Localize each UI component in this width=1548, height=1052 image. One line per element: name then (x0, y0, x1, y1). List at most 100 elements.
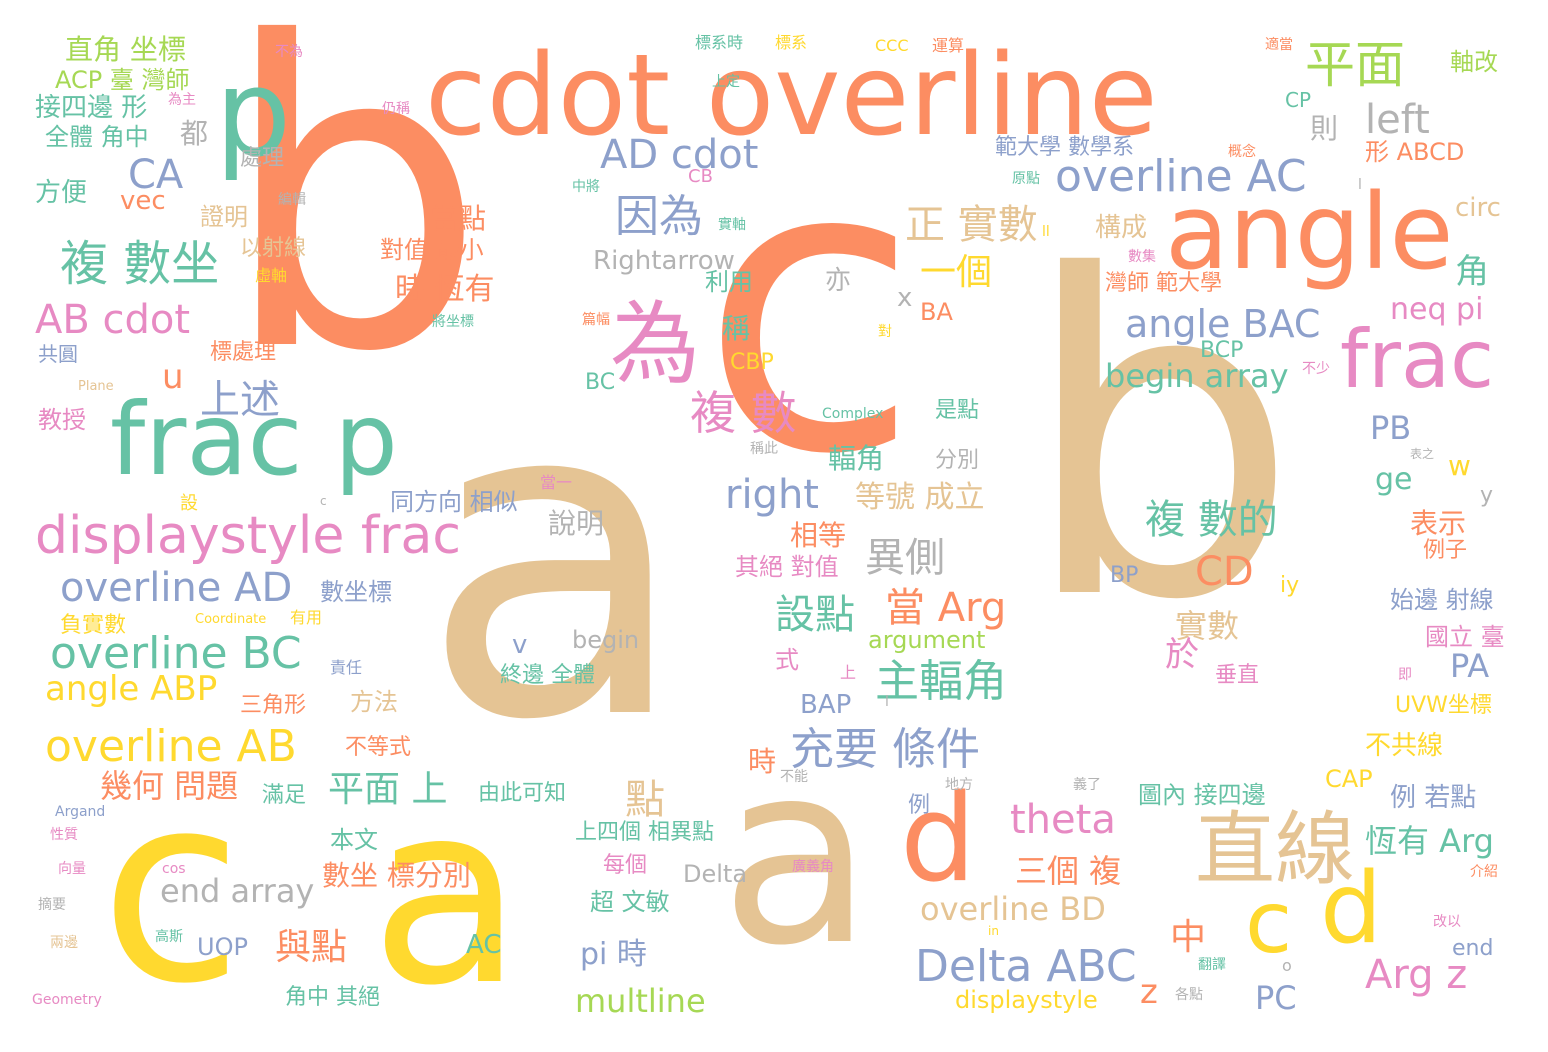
cloud-word: 例子 (1423, 538, 1468, 563)
cloud-word: Delta ABC (915, 941, 1137, 992)
cloud-word: CBP (730, 350, 774, 375)
cloud-word: 相等 (790, 519, 847, 552)
cloud-word: ge (1375, 462, 1413, 497)
cloud-word: 數集 (1128, 249, 1156, 265)
cloud-word: overline BD (920, 890, 1106, 928)
cloud-word: 稱此 (750, 441, 778, 457)
cloud-word: l (1358, 177, 1362, 193)
cloud-word: x (897, 283, 913, 313)
cloud-word: 設 (180, 493, 198, 514)
cloud-word: overline AC (1055, 151, 1307, 202)
cloud-word: 與點 (275, 927, 348, 968)
cloud-word: 利用 (705, 268, 753, 296)
cloud-word: CP (1285, 88, 1312, 112)
cloud-word: 例 若點 (1390, 783, 1477, 813)
cloud-word: 同方向 相似 (390, 488, 518, 516)
cloud-word: 接四邊 形 (35, 93, 148, 123)
cloud-word: 原點 (1012, 171, 1040, 187)
cloud-word: 滿足 (262, 783, 307, 808)
cloud-word: Argand (55, 804, 106, 820)
cloud-word: 分別 (935, 448, 980, 473)
cloud-word: 對 (878, 324, 892, 340)
cloud-word: 圖內 接四邊 (1138, 781, 1266, 809)
cloud-word: 範大學 數學系 (995, 135, 1134, 160)
cloud-word: 各點 (1175, 987, 1203, 1003)
cloud-word: 將坐標 (432, 314, 474, 330)
cloud-word: 不為 (275, 44, 303, 60)
word-cloud: b c a b a c a d c d p cdot overline angl… (0, 0, 1548, 1052)
cloud-word: 一個 (920, 252, 993, 293)
cloud-word: 有用 (290, 608, 323, 627)
cloud-word: begin (572, 626, 640, 654)
cloud-word: 是點 (935, 398, 980, 423)
cloud-word: 數坐 標分別 (322, 859, 471, 892)
cloud-word: 角中 其絕 (285, 985, 380, 1010)
cloud-word: Geometry (32, 992, 102, 1008)
cloud-word: right (725, 472, 819, 518)
cloud-word: 複 數的 (1145, 497, 1278, 543)
cloud-word: 介紹 (1470, 864, 1498, 880)
cloud-word: BAP (800, 690, 852, 720)
cloud-word: 恆有 Arg (1365, 822, 1494, 860)
cloud-word: 構成 (1095, 213, 1148, 243)
cloud-word: 處理 (240, 146, 285, 171)
cloud-word: 方便 (35, 178, 88, 208)
cloud-word: v (512, 630, 528, 660)
cloud-word: displaystyle (955, 986, 1098, 1014)
cloud-word: 灣師 範大學 (1105, 271, 1222, 296)
cloud-word: 上述 (200, 377, 280, 423)
cloud-word: 上 (840, 663, 857, 682)
cloud-word: 數坐標 (320, 578, 392, 606)
cloud-word: y (1480, 483, 1494, 508)
cloud-word: 性質 (50, 827, 78, 843)
cloud-word: AB cdot (35, 297, 191, 343)
cloud-word: 輻角 (828, 442, 885, 475)
cloud-word: 標系 (775, 33, 808, 52)
cloud-word: 設點 (775, 592, 855, 638)
cloud-word: PB (1370, 409, 1412, 447)
cloud-word: 都 (180, 117, 209, 150)
cloud-word: BP (1110, 563, 1139, 588)
cloud-word: 軸改 (1450, 48, 1498, 76)
cloud-word: 終邊 全體 (500, 663, 595, 688)
cloud-word: end array (160, 872, 315, 910)
cloud-word: 地方 (945, 777, 973, 793)
cloud-word: 本文 (330, 826, 378, 854)
cloud-word: 表之 (1410, 447, 1435, 461)
cloud-word: frac (1340, 313, 1495, 406)
cloud-word: 適當 (1265, 37, 1293, 53)
cloud-word: 正 實數 (905, 202, 1038, 248)
cloud-word: 教授 (38, 406, 86, 434)
cloud-word: Coordinate (195, 612, 267, 627)
cloud-word: 對值 最小 (380, 236, 484, 264)
cloud-word: 當一 (540, 473, 573, 492)
cloud-word: 則 (1310, 112, 1339, 145)
cloud-word: 例 (908, 793, 931, 818)
cloud-word: 編輯 (278, 192, 306, 208)
cloud-word: 超 文敏 (590, 888, 670, 916)
cloud-word: 幾何 問題 (100, 767, 239, 805)
cloud-word: 證明 (200, 203, 248, 231)
cloud-word: 充要 條件 (790, 724, 980, 775)
cloud-word: 因為 (615, 191, 703, 242)
cloud-word: 中 (1170, 917, 1207, 958)
cloud-word: 廣義角 (792, 859, 834, 875)
cloud-word: 複 數坐 (60, 236, 220, 292)
cloud-word: 概念 (1228, 144, 1256, 160)
cloud-word: 平面 (1305, 36, 1405, 94)
cloud-word: AC (466, 930, 502, 960)
cloud-word: 每個 (603, 853, 648, 878)
cloud-word: z (1140, 972, 1158, 1012)
cloud-word: Complex (822, 406, 884, 422)
cloud-word: 標系時 (695, 33, 744, 52)
cloud-word: iy (1280, 573, 1300, 598)
cloud-word: 直角 坐標 (65, 33, 186, 66)
cloud-word: 摘要 (38, 897, 66, 913)
cloud-word: 運算 (932, 36, 965, 55)
cloud-word: 為主 (168, 92, 196, 108)
cloud-word: circ (1455, 193, 1501, 223)
cloud-word: angle ABP (45, 669, 218, 709)
cloud-word: BA (920, 298, 953, 326)
cloud-word: Arg z (1365, 952, 1468, 998)
cloud-word: Delta (683, 860, 748, 888)
